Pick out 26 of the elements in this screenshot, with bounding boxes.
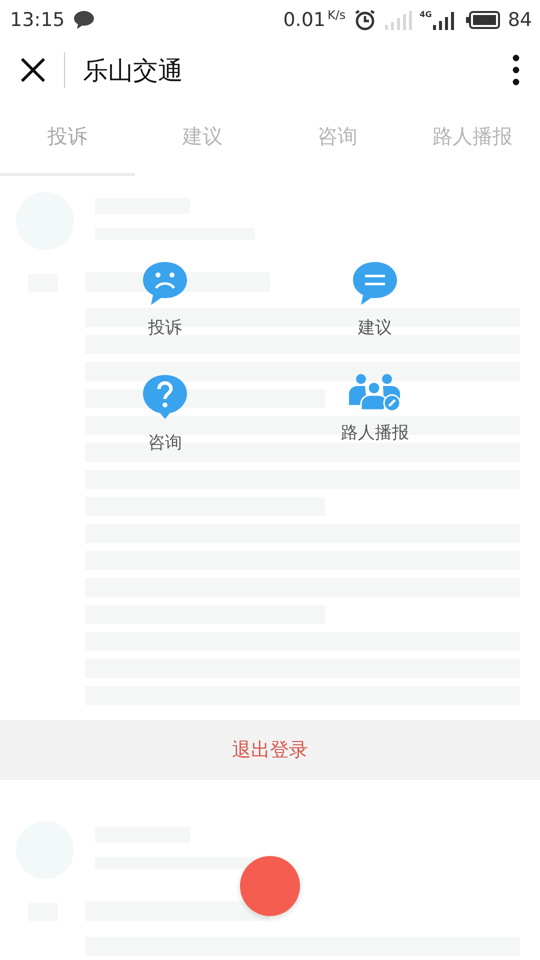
- battery-icon: [466, 10, 500, 30]
- alarm-icon: [354, 9, 376, 31]
- question-bubble-icon: [141, 373, 189, 421]
- logout-button[interactable]: 退出登录: [0, 720, 540, 780]
- sad-face-bubble-icon: [141, 260, 189, 306]
- more-menu-icon[interactable]: [512, 54, 520, 86]
- chat-bubble-icon: [72, 10, 95, 30]
- network-speed: 0.01: [283, 9, 326, 31]
- people-group-icon: [348, 373, 402, 411]
- menu-item[interactable]: 建议: [315, 260, 435, 339]
- tab[interactable]: 投诉: [0, 100, 135, 176]
- tab[interactable]: 建议: [135, 100, 270, 176]
- clock-time: 13:15: [10, 9, 65, 31]
- network-type: 4G: [420, 10, 432, 19]
- battery-percent: 84: [508, 9, 532, 31]
- menu-item[interactable]: 投诉: [105, 260, 225, 339]
- menu-item[interactable]: 路人播报: [315, 373, 435, 454]
- floating-action-button[interactable]: [240, 856, 300, 916]
- speed-unit: K/s: [328, 8, 346, 22]
- menu-item[interactable]: 咨询: [105, 373, 225, 454]
- tab[interactable]: 路人播报: [405, 100, 540, 176]
- window-title: 乐山交通: [83, 54, 184, 86]
- signal-icon: [384, 10, 412, 30]
- tab[interactable]: 咨询: [270, 100, 405, 176]
- message-bubble-icon: [351, 260, 399, 306]
- close-icon[interactable]: [20, 57, 46, 83]
